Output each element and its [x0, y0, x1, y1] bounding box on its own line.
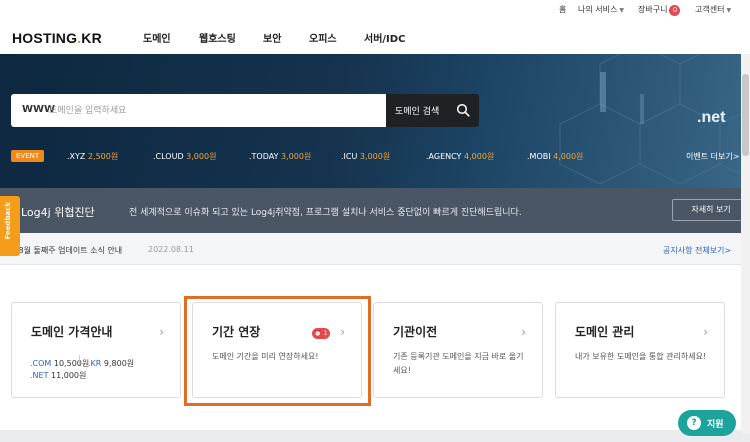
search-icon: [456, 103, 470, 117]
my-service-label: 나의 서비스: [578, 5, 618, 14]
net-watermark: .net: [697, 109, 726, 126]
tld-name: .AGENCY: [426, 152, 462, 161]
card-title: 도메인 가격안내: [31, 325, 113, 339]
cart-link[interactable]: 장바구니 0: [638, 4, 681, 16]
home-link[interactable]: 홈: [559, 4, 566, 15]
event-tld-item[interactable]: .XYZ 2,500원: [67, 151, 118, 162]
card-description: 기존 등록기관 도메인을 지금 바로 옮기세요!: [393, 352, 524, 375]
price-tld: .KR: [88, 359, 102, 368]
search-box: WWW: [11, 94, 386, 127]
logo[interactable]: HOSTING.KR: [12, 30, 102, 46]
hero-banner: .net WWW 도메인 검색 EVENT .XYZ 2,500원 .CLOUD…: [0, 54, 750, 188]
scrollbar[interactable]: [741, 54, 750, 434]
price-tld: .NET: [30, 371, 49, 380]
scroll-thumb[interactable]: [742, 74, 749, 156]
price-value: 11,000원: [51, 371, 87, 380]
chevron-right-icon: ›: [521, 325, 526, 339]
nav-domain[interactable]: 도메인: [143, 30, 171, 45]
event-tld-item[interactable]: .ICU 3,000원: [341, 151, 390, 162]
price-value: 9,800원: [103, 359, 135, 368]
tld-price: 3,000원: [186, 152, 217, 161]
domain-search-button[interactable]: 도메인 검색: [386, 94, 479, 127]
nav-webhosting[interactable]: 웹호스팅: [199, 30, 236, 45]
event-badge: EVENT: [11, 150, 45, 162]
feedback-label: Feedback: [4, 202, 12, 240]
tld-price: 3,000원: [359, 152, 391, 161]
price-divider: [79, 355, 80, 365]
notice-all-link[interactable]: 공지사항 전체보기>: [663, 245, 731, 256]
tld-name: .TODAY: [249, 152, 279, 161]
price-kr: .KR 9,800원: [88, 358, 134, 369]
event-tld-item[interactable]: .TODAY 3,000원: [249, 151, 311, 162]
logo-text: HOSTING: [12, 30, 78, 46]
notice-date: 2022.08.11: [148, 245, 194, 254]
support-label: 지원: [707, 420, 724, 430]
nav-office[interactable]: 오피스: [309, 30, 337, 45]
tld-name: .CLOUD: [153, 152, 184, 161]
page: 홈 나의 서비스 ▼ 장바구니 0 고객센터 ▼ HOSTING.KR 도메인 웹호스…: [0, 0, 750, 442]
price-tld: .COM: [30, 359, 52, 368]
tld-price: 3,000원: [281, 152, 312, 161]
card-title: 도메인 관리: [575, 325, 635, 339]
my-service-link[interactable]: 나의 서비스 ▼: [578, 4, 624, 15]
main-nav: HOSTING.KR 도메인 웹호스팅 보안 오피스 서버/IDC: [0, 18, 750, 54]
tld-name: .MOBI: [527, 152, 551, 161]
tld-name: .XYZ: [67, 152, 86, 161]
log4j-title: Log4j 위협진단: [21, 206, 95, 219]
bottom-strip: [0, 430, 750, 442]
domain-search-input[interactable]: [49, 102, 379, 119]
utility-bar: 홈 나의 서비스 ▼ 장바구니 0 고객센터 ▼: [0, 0, 750, 18]
support-center-link[interactable]: 고객센터 ▼: [695, 4, 731, 15]
event-more-link[interactable]: 이벤트 더보기>: [686, 151, 739, 162]
log4j-details-button[interactable]: 자세히 보기: [672, 199, 750, 221]
event-tld-item[interactable]: .AGENCY 4,000원: [426, 151, 494, 162]
support-button[interactable]: ? 지원: [678, 410, 736, 436]
event-tld-row: EVENT .XYZ 2,500원 .CLOUD 3,000원 .TODAY 3…: [0, 150, 750, 164]
notice-bar: [공지] 8월 둘째주 업데이트 소식 안내 2022.08.11 공지사항 전…: [0, 233, 750, 265]
domain-management-card[interactable]: 도메인 관리 › 내가 보유한 도메인을 통합 관리하세요!: [555, 302, 725, 398]
feedback-tab[interactable]: Feedback: [0, 196, 20, 256]
tld-price: 2,500원: [87, 152, 119, 161]
cart-count-badge: 0: [669, 5, 681, 16]
question-icon: ?: [687, 416, 701, 430]
event-tld-item[interactable]: .CLOUD 3,000원: [153, 151, 216, 162]
cart-label: 장바구니: [638, 5, 668, 14]
nav-security[interactable]: 보안: [263, 30, 281, 45]
log4j-description: 전 세계적으로 이슈화 되고 있는 Log4j취약점, 프로그램 설치나 서비스…: [129, 208, 522, 218]
transfer-card[interactable]: 기관이전 › 기존 등록기관 도메인을 지금 바로 옮기세요!: [373, 302, 543, 398]
chevron-down-icon: ▼: [726, 7, 732, 14]
chevron-down-icon: ▼: [619, 7, 624, 14]
price-value: 10,500원: [53, 359, 90, 368]
chevron-right-icon: ›: [159, 325, 164, 339]
chevron-right-icon: ›: [703, 325, 708, 339]
card-description: 내가 보유한 도메인을 통합 관리하세요!: [575, 352, 707, 361]
nav-server-idc[interactable]: 서버/IDC: [364, 30, 405, 45]
tld-name: .ICU: [341, 152, 358, 161]
logo-suffix: KR: [81, 30, 102, 46]
support-center-label: 고객센터: [695, 5, 725, 14]
domain-price-card[interactable]: 도메인 가격안내 ›: [11, 302, 181, 398]
search-button-label: 도메인 검색: [395, 107, 440, 117]
card-title: 기관이전: [393, 325, 438, 339]
tld-price: 4,000원: [553, 152, 584, 161]
event-tld-item[interactable]: .MOBI 4,000원: [527, 151, 583, 162]
tld-price: 4,000원: [464, 152, 495, 161]
highlight-frame: [184, 296, 371, 406]
price-net: .NET 11,000원: [30, 370, 86, 381]
log4j-banner: Log4j 위협진단 전 세계적으로 이슈화 되고 있는 Log4j취약점, 프…: [0, 188, 750, 233]
price-com: .COM 10,500원: [30, 358, 89, 369]
